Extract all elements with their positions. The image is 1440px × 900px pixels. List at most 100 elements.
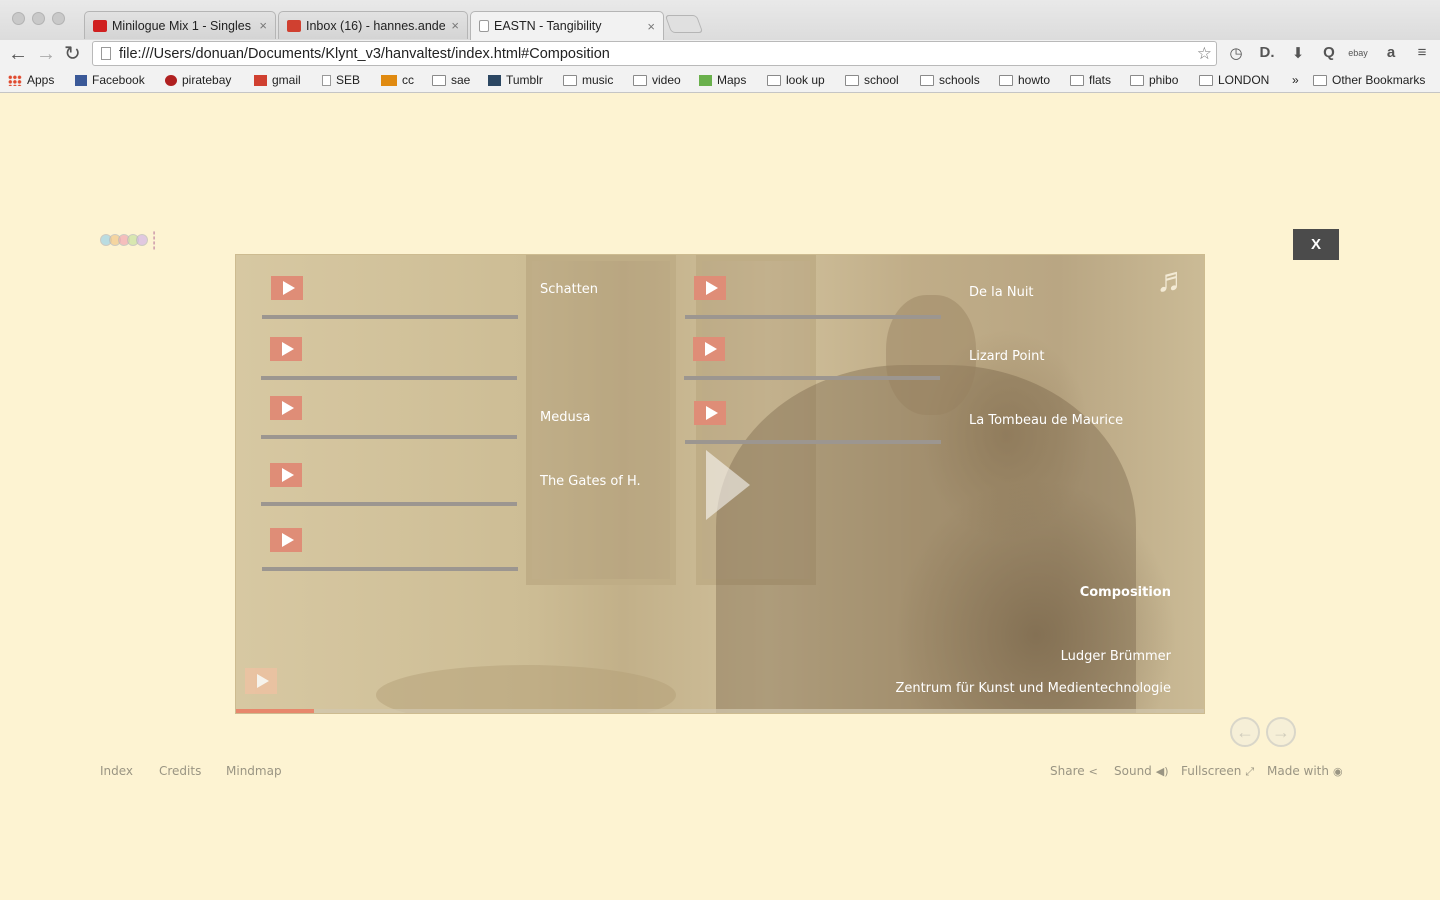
bookmark-facebook[interactable]: Facebook (75, 73, 145, 87)
browser-menu-icon[interactable]: ≡ (1412, 44, 1432, 61)
footer-share-link[interactable]: Share < (1050, 764, 1098, 778)
extension-download-icon[interactable]: ⬇ (1288, 44, 1308, 62)
extension-amazon-icon[interactable]: a (1381, 44, 1401, 61)
tumblr-icon (488, 74, 501, 86)
bookmark-other[interactable]: Other Bookmarks (1313, 73, 1425, 87)
footer-index-link[interactable]: Index (100, 764, 133, 778)
window-minimize-icon[interactable] (32, 12, 45, 25)
extension-clock-icon[interactable]: ◷ (1226, 44, 1246, 62)
tab-gmail[interactable]: Inbox (16) - hannes.anders × (278, 11, 468, 39)
extension-ebay-icon[interactable]: ebay (1348, 48, 1368, 58)
artist-name: Ludger Brümmer (1060, 649, 1171, 664)
share-icon: < (1088, 765, 1098, 778)
tab-close-icon[interactable]: × (647, 19, 655, 34)
track-bar[interactable] (261, 435, 517, 439)
close-button[interactable]: X (1293, 229, 1339, 260)
folder-icon (1199, 74, 1213, 86)
track-label[interactable]: Lizard Point (969, 349, 1044, 364)
bookmark-tumblr[interactable]: Tumblr (488, 73, 543, 87)
footer-made-with-link[interactable]: Made with ◉ (1267, 764, 1343, 778)
track-play-button[interactable] (271, 276, 303, 300)
tab-close-icon[interactable]: × (451, 18, 459, 33)
folder-icon (1130, 74, 1144, 86)
bookmark-howto[interactable]: howto (999, 73, 1050, 87)
track-label[interactable]: Schatten (540, 282, 598, 297)
footer-sound-link[interactable]: Sound ◀) (1114, 764, 1169, 778)
fullscreen-icon: ⤢ (1245, 765, 1255, 778)
institution-name: Zentrum für Kunst und Medientechnologie (895, 681, 1171, 696)
tab-title: Inbox (16) - hannes.anders (306, 18, 446, 33)
cx-icon (381, 74, 397, 86)
url-text[interactable]: file:///Users/donuan/Documents/Klynt_v3/… (119, 46, 1197, 62)
bookmark-video[interactable]: video (633, 73, 681, 87)
folder-icon (432, 74, 446, 86)
bookmarks-overflow[interactable]: » (1292, 73, 1299, 87)
track-play-button[interactable] (270, 337, 302, 361)
track-label[interactable]: La Tombeau de Maurice (969, 413, 1123, 428)
back-icon[interactable]: ← (8, 43, 28, 65)
new-tab-button[interactable] (664, 15, 704, 33)
track-play-button[interactable] (693, 337, 725, 361)
page-icon (101, 47, 111, 60)
extension-d-icon[interactable]: D. (1257, 44, 1277, 61)
music-icon[interactable]: ♬ (1156, 261, 1190, 300)
tab-title: EASTN - Tangibility (494, 19, 602, 33)
bookmark-school[interactable]: school (845, 73, 899, 87)
track-bar[interactable] (262, 315, 518, 319)
track-play-button[interactable] (270, 463, 302, 487)
window-zoom-icon[interactable] (52, 12, 65, 25)
background-head (886, 295, 976, 415)
logo-wordmark: ▮ ▮ ▮ ▮ (153, 230, 156, 250)
tab-youtube[interactable]: Minilogue Mix 1 - Singles 2 × (84, 11, 276, 39)
track-bar[interactable] (262, 567, 518, 571)
tab-eastn[interactable]: EASTN - Tangibility × (470, 11, 664, 40)
track-label[interactable]: Medusa (540, 410, 590, 425)
bookmark-look-up[interactable]: look up (767, 73, 825, 87)
bookmark-cc[interactable]: cc (381, 73, 414, 87)
bookmark-seb[interactable]: SEB (322, 73, 360, 87)
bookmark-apps[interactable]: Apps (8, 73, 54, 87)
bookmarks-bar: Apps Facebook piratebay gmail SEB cc sae… (0, 69, 1440, 93)
track-play-button[interactable] (270, 396, 302, 420)
address-bar[interactable]: file:///Users/donuan/Documents/Klynt_v3/… (92, 41, 1217, 66)
folder-icon (767, 74, 781, 86)
big-play-icon[interactable] (706, 450, 750, 520)
forward-icon[interactable]: → (36, 43, 56, 65)
bookmark-maps[interactable]: Maps (699, 73, 746, 87)
footer-credits-link[interactable]: Credits (159, 764, 201, 778)
window-close-icon[interactable] (12, 12, 25, 25)
media-play-button[interactable] (245, 668, 277, 694)
footer-fullscreen-link[interactable]: Fullscreen ⤢ (1181, 764, 1254, 779)
bookmark-piratebay[interactable]: piratebay (165, 73, 231, 87)
bookmark-sae[interactable]: sae (432, 73, 470, 87)
track-label[interactable]: De la Nuit (969, 285, 1034, 300)
logo-dot (136, 234, 148, 246)
bookmark-flats[interactable]: flats (1070, 73, 1111, 87)
bookmark-music[interactable]: music (563, 73, 613, 87)
extension-search-icon[interactable]: Q (1319, 44, 1339, 61)
background-stool (376, 665, 676, 713)
track-play-button[interactable] (270, 528, 302, 552)
bookmark-schools[interactable]: schools (920, 73, 980, 87)
next-arrow-button[interactable]: → (1266, 717, 1296, 747)
bookmark-phibo[interactable]: phibo (1130, 73, 1178, 87)
footer-mindmap-link[interactable]: Mindmap (226, 764, 282, 778)
track-bar[interactable] (261, 502, 517, 506)
track-bar[interactable] (685, 315, 941, 319)
track-bar[interactable] (684, 376, 940, 380)
media-progress-track[interactable] (236, 709, 1204, 713)
prev-arrow-button[interactable]: ← (1230, 717, 1260, 747)
folder-icon (563, 74, 577, 86)
bookmark-gmail[interactable]: gmail (254, 73, 301, 87)
track-bar[interactable] (685, 440, 941, 444)
bookmark-star-icon[interactable]: ☆ (1197, 44, 1212, 64)
gmail-icon (287, 19, 301, 32)
bookmark-london[interactable]: LONDON (1199, 73, 1269, 87)
reload-icon[interactable]: ↻ (64, 43, 81, 65)
track-play-button[interactable] (694, 401, 726, 425)
track-play-button[interactable] (694, 276, 726, 300)
tab-close-icon[interactable]: × (259, 18, 267, 33)
track-label[interactable]: The Gates of H. (540, 474, 641, 489)
track-bar[interactable] (261, 376, 517, 380)
eastn-logo[interactable]: ▮ ▮ ▮ ▮ (100, 225, 180, 255)
